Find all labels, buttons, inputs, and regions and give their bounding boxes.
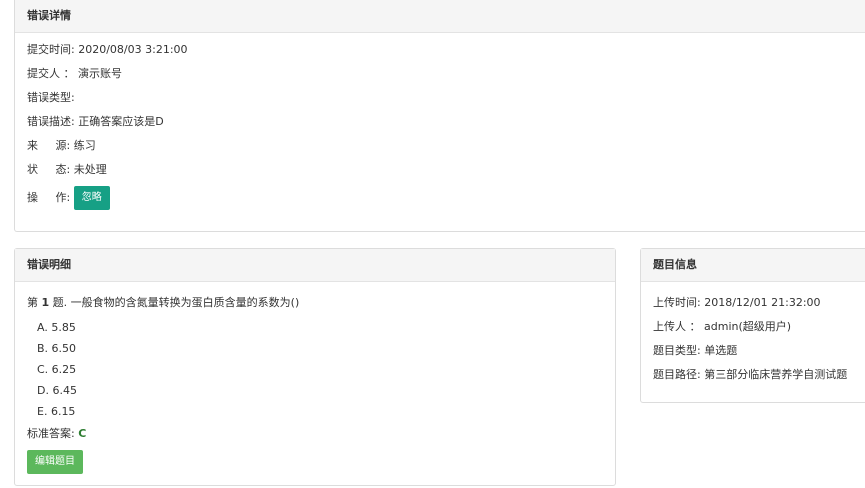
standard-answer-label: 标准答案: <box>27 427 75 440</box>
option-e: E. 6.15 <box>37 405 76 418</box>
submit-time-value: 2020/08/03 3:21:00 <box>78 43 188 56</box>
uploader-row: 上传人 ： admin(超级用户) <box>653 319 791 335</box>
path-row: 题目路径: 第三部分临床营养学自测试题 <box>653 367 847 383</box>
question-info-panel: 题目信息 上传时间: 2018/12/01 21:32:00 上传人 ： adm… <box>640 248 865 403</box>
standard-answer-value: C <box>78 427 87 440</box>
option-a: A. 5.85 <box>37 321 76 334</box>
status-row: 状 态: 未处理 <box>27 162 107 178</box>
uploader-label: 上传人 ： <box>653 320 701 333</box>
type-value: 单选题 <box>704 344 738 357</box>
source-label: 来 源: <box>27 139 71 152</box>
uploader-value: admin(超级用户) <box>704 320 792 333</box>
error-type-label: 错误类型: <box>27 91 75 104</box>
option-b: B. 6.50 <box>37 342 77 355</box>
upload-time-value: 2018/12/01 21:32:00 <box>704 296 821 309</box>
source-row: 来 源: 练习 <box>27 138 96 154</box>
panel-title: 题目信息 <box>641 249 865 282</box>
upload-time-label: 上传时间: <box>653 296 701 309</box>
option-c: C. 6.25 <box>37 363 77 376</box>
status-label: 状 态: <box>27 163 71 176</box>
submit-time-row: 提交时间: 2020/08/03 3:21:00 <box>27 42 188 58</box>
error-desc-value: 正确答案应该是D <box>78 115 164 128</box>
submitter-value: 演示账号 <box>78 67 122 80</box>
error-desc-row: 错误描述: 正确答案应该是D <box>27 114 164 130</box>
action-label: 操 作: <box>27 191 71 204</box>
error-desc-label: 错误描述: <box>27 115 75 128</box>
upload-time-row: 上传时间: 2018/12/01 21:32:00 <box>653 295 821 311</box>
option-d: D. 6.45 <box>37 384 77 397</box>
question-stem: 第 1 题. 一般食物的含氮量转换为蛋白质含量的系数为() <box>27 295 299 311</box>
path-value: 第三部分临床营养学自测试题 <box>704 368 848 381</box>
question-suffix: 题. <box>52 296 68 309</box>
panel-title: 错误明细 <box>15 249 615 282</box>
submitter-row: 提交人 ： 演示账号 <box>27 66 122 82</box>
ignore-button[interactable]: 忽略 <box>73 186 110 210</box>
standard-answer-row: 标准答案: C <box>27 426 86 442</box>
edit-question-button[interactable]: 编辑题目 <box>27 450 83 474</box>
status-value: 未处理 <box>73 163 107 176</box>
error-details-panel: 错误详情 提交时间: 2020/08/03 3:21:00 提交人 ： 演示账号… <box>14 0 865 232</box>
edit-row: 编辑题目 <box>27 450 83 474</box>
source-value: 练习 <box>73 139 96 152</box>
question-text: 一般食物的含氮量转换为蛋白质含量的系数为() <box>70 296 300 309</box>
path-label: 题目路径: <box>653 368 701 381</box>
panel-title: 错误详情 <box>15 0 865 33</box>
question-number: 1 <box>41 296 50 309</box>
submit-time-label: 提交时间: <box>27 43 75 56</box>
action-row: 操 作: 忽略 <box>27 186 110 210</box>
type-label: 题目类型: <box>653 344 701 357</box>
type-row: 题目类型: 单选题 <box>653 343 737 359</box>
question-prefix: 第 <box>27 296 38 309</box>
submitter-label: 提交人 ： <box>27 67 75 80</box>
error-breakdown-panel: 错误明细 第 1 题. 一般食物的含氮量转换为蛋白质含量的系数为() A. 5.… <box>14 248 616 486</box>
error-type-row: 错误类型: <box>27 90 75 106</box>
